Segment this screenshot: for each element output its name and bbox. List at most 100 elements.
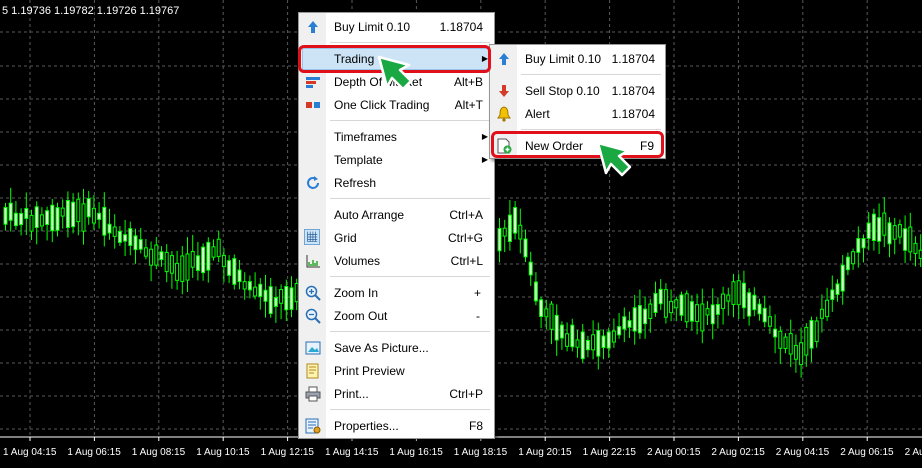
candle-body: [575, 339, 580, 348]
time-label: 1 Aug 06:15: [67, 447, 121, 458]
submenu-item-buy-limit[interactable]: Buy Limit 0.10 1.18704: [490, 48, 665, 70]
refresh-icon: [307, 176, 319, 189]
pointer-arrow-icon: [377, 55, 413, 91]
candle-body: [637, 305, 642, 334]
candle-body: [601, 335, 606, 349]
candle-body: [570, 324, 575, 348]
candle-body: [580, 331, 585, 360]
candle-body: [897, 224, 902, 238]
candle-body: [892, 225, 897, 240]
menu-item-properties[interactable]: Properties... F8: [299, 415, 494, 437]
candle-body: [60, 207, 65, 217]
candle-body: [695, 304, 700, 323]
candle-body: [611, 330, 616, 343]
candle-body: [825, 299, 830, 318]
time-label: 1 Aug 10:15: [196, 447, 250, 458]
candle-body: [523, 238, 528, 258]
buy-arrow-icon: [308, 21, 318, 33]
candle-body: [143, 247, 148, 257]
candle-body: [175, 262, 180, 281]
candle-body: [24, 208, 29, 219]
candle-body: [752, 294, 757, 311]
candle-body: [123, 234, 128, 242]
new-order-highlight-box: [491, 131, 664, 158]
time-label: 1 Aug 16:15: [389, 447, 443, 458]
menu-item-buy-limit[interactable]: Buy Limit 0.10 1.18704: [299, 16, 494, 38]
submenu-item-alert[interactable]: Alert 1.18704: [490, 103, 665, 125]
candle-body: [799, 342, 804, 366]
candle-body: [835, 283, 840, 295]
candle-body: [539, 299, 544, 318]
candle-body: [819, 308, 824, 319]
menu-item-template[interactable]: Template ▶: [299, 149, 494, 171]
time-label: 2 Aug 02:15: [711, 447, 765, 458]
candle-body: [91, 207, 96, 224]
menu-item-zoom-in[interactable]: Zoom In +: [299, 282, 494, 304]
time-axis: 1 Aug 04:15 1 Aug 06:15 1 Aug 08:15 1 Aug 1…: [3, 437, 922, 458]
candle-body: [117, 230, 122, 243]
menu-item-auto-arrange[interactable]: Auto Arrange Ctrl+A: [299, 204, 494, 226]
candle-body: [528, 261, 533, 276]
menu-item-print[interactable]: Print... Ctrl+P: [299, 383, 494, 405]
candle-body: [669, 300, 674, 314]
candle-body: [518, 224, 523, 240]
menu-item-print-preview[interactable]: Print Preview: [299, 360, 494, 382]
menu-item-timeframes[interactable]: Timeframes ▶: [299, 126, 494, 148]
print-icon: [305, 386, 321, 402]
menu-item-save-as-picture[interactable]: Save As Picture...: [299, 337, 494, 359]
candle-body: [736, 280, 741, 306]
candle-body: [653, 292, 658, 313]
candle-body: [128, 228, 133, 246]
candle-body: [76, 198, 81, 223]
one-click-trading-icon: [306, 102, 320, 108]
candle-body: [643, 308, 648, 325]
candle-body: [3, 206, 8, 225]
candle-body: [658, 288, 663, 305]
candle-body: [159, 251, 164, 261]
sell-arrow-icon: [499, 85, 509, 97]
candle-body: [34, 206, 39, 229]
candle-body: [533, 281, 538, 302]
candle-body: [903, 228, 908, 251]
candle-body: [39, 214, 44, 227]
candle-body: [565, 333, 570, 347]
candle-body: [19, 212, 24, 226]
candle-body: [793, 344, 798, 360]
menu-item-grid[interactable]: Grid Ctrl+G: [299, 227, 494, 249]
time-label: 1 Aug 04:15: [3, 447, 57, 458]
candle-body: [861, 238, 866, 249]
candle-body: [232, 258, 237, 285]
menu-item-volumes[interactable]: Volumes Ctrl+L: [299, 250, 494, 272]
candle-body: [773, 328, 778, 338]
zoom-out-icon: [305, 308, 321, 324]
candle-body: [741, 282, 746, 309]
candle-body: [783, 336, 788, 350]
candle-body: [908, 226, 913, 253]
candle-body: [856, 238, 861, 253]
candle-body: [258, 283, 263, 297]
candle-body: [871, 213, 876, 242]
menu-item-refresh[interactable]: Refresh: [299, 172, 494, 194]
candle-body: [596, 330, 601, 357]
submenu-arrow-icon: ▶: [481, 155, 488, 164]
candle-body: [107, 223, 112, 234]
candle-body: [747, 292, 752, 317]
menu-item-zoom-out[interactable]: Zoom Out -: [299, 305, 494, 327]
time-label: 1 Aug 08:15: [132, 447, 186, 458]
candle-body: [65, 200, 70, 229]
depth-of-market-icon: [306, 77, 320, 88]
candle-body: [778, 330, 783, 349]
time-label: 2 Aug 00:15: [647, 447, 701, 458]
time-label: 1 Aug 14:15: [325, 447, 379, 458]
candle-body: [674, 299, 679, 309]
submenu-item-sell-stop[interactable]: Sell Stop 0.10 1.18704: [490, 80, 665, 102]
candle-body: [237, 269, 242, 283]
time-label: 1 Aug 18:15: [454, 447, 508, 458]
candle-body: [866, 222, 871, 239]
candle-body: [164, 251, 169, 273]
candle-body: [830, 289, 835, 300]
candle-body: [700, 303, 705, 332]
menu-item-one-click-trading[interactable]: One Click Trading Alt+T: [299, 94, 494, 116]
print-preview-icon: [306, 363, 319, 379]
candle-body: [180, 255, 185, 282]
